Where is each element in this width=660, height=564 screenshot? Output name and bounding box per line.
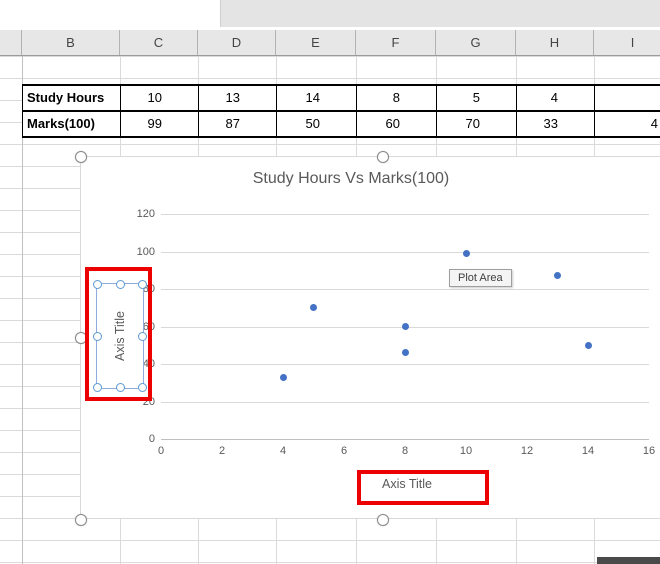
plot-area-tooltip: Plot Area (449, 269, 512, 287)
scatter-data-point[interactable] (401, 349, 409, 357)
row-header-column[interactable] (0, 30, 22, 55)
scatter-data-point[interactable] (554, 272, 561, 280)
chart-gridline (161, 401, 649, 403)
cell-value[interactable]: 5 (437, 86, 517, 110)
cell-value[interactable]: 4 (517, 86, 595, 110)
chart-gridline (161, 251, 649, 253)
cell-study-hours-label[interactable]: Study Hours (23, 86, 121, 110)
highlight-rectangle-x-axis-title (357, 470, 489, 505)
chart-resize-handle[interactable] (377, 151, 389, 163)
cell-value[interactable]: 60 (357, 112, 437, 136)
cell-marks-label[interactable]: Marks(100) (23, 112, 121, 136)
table-row-study-hours: Study Hours 10 13 14 8 5 4 (22, 84, 660, 110)
chart-gridline (161, 214, 649, 215)
scatter-data-point[interactable] (310, 304, 317, 312)
cell-value[interactable]: 99 (121, 112, 199, 136)
excel-window: B C D E F G H I Study Hours 10 13 14 8 5… (0, 0, 660, 564)
data-table: Study Hours 10 13 14 8 5 4 Marks(100) 99… (22, 84, 660, 138)
y-axis-tick-label: 120 (136, 208, 155, 220)
chart-resize-handle[interactable] (377, 514, 389, 526)
cell-value[interactable]: 70 (437, 112, 517, 136)
bottom-right-bar (597, 557, 660, 564)
y-axis-tick-label: 100 (136, 245, 155, 258)
y-axis-tick-label: 0 (148, 433, 155, 445)
column-header-f[interactable]: F (356, 30, 436, 55)
cell-value[interactable]: 4 (595, 112, 660, 136)
cell-value[interactable]: 13 (199, 86, 277, 110)
x-axis-tick-label: 12 (520, 445, 534, 457)
x-axis-tick-label: 8 (401, 445, 409, 457)
column-header-d[interactable]: D (198, 30, 276, 55)
chart-resize-handle[interactable] (75, 514, 87, 526)
x-axis-tick-label: 10 (459, 445, 473, 457)
formula-bar-area[interactable] (220, 0, 660, 27)
column-header-g[interactable]: G (436, 30, 516, 55)
chart-title[interactable]: Study Hours Vs Marks(100) (81, 170, 621, 188)
column-header-b[interactable]: B (22, 30, 120, 55)
chart-resize-handle[interactable] (75, 151, 87, 163)
cell-value[interactable]: 33 (517, 112, 595, 136)
scatter-data-point[interactable] (401, 323, 409, 330)
cell-value[interactable]: 14 (277, 86, 357, 110)
scatter-data-point[interactable] (462, 249, 470, 257)
cell-value[interactable]: 10 (121, 86, 199, 110)
x-axis-tick-label: 0 (157, 445, 165, 457)
column-header-h[interactable]: H (516, 30, 594, 55)
x-axis-tick-label: 2 (218, 445, 226, 457)
column-header-c[interactable]: C (120, 30, 198, 55)
x-axis-line (161, 439, 649, 440)
cell-value[interactable]: 8 (357, 86, 437, 110)
top-strip (0, 0, 660, 30)
scatter-data-point[interactable] (584, 341, 592, 349)
table-row-marks: Marks(100) 99 87 50 60 70 33 4 (22, 110, 660, 138)
x-axis-tick-label: 16 (642, 445, 656, 457)
chart[interactable]: Study Hours Vs Marks(100) Axis Title Axi… (80, 156, 660, 519)
chart-gridline (161, 289, 649, 290)
column-header-e[interactable]: E (276, 30, 356, 55)
x-axis-tick-label: 6 (340, 445, 348, 457)
cell-value[interactable] (595, 86, 660, 110)
scatter-data-point[interactable] (279, 373, 287, 381)
x-axis-tick-label: 4 (279, 445, 287, 457)
highlight-rectangle-y-axis-title (85, 267, 152, 401)
column-header-row: B C D E F G H I (0, 30, 660, 56)
cell-value[interactable]: 50 (277, 112, 357, 136)
x-axis-tick-label: 14 (581, 445, 595, 457)
chart-gridline (161, 364, 649, 365)
column-header-i[interactable]: I (594, 30, 660, 55)
cell-value[interactable]: 87 (199, 112, 277, 136)
